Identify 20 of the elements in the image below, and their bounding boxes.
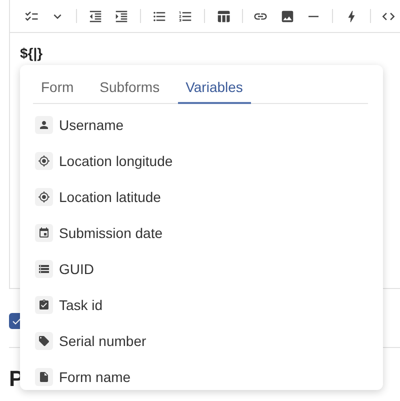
person-icon: [35, 116, 53, 134]
tab[interactable]: Variables: [178, 71, 251, 104]
calendar-icon: [35, 224, 53, 242]
menu-item[interactable]: Location longitude: [59, 153, 173, 169]
menu-item[interactable]: Task id: [59, 297, 103, 313]
crosshair-icon: [35, 152, 53, 170]
menu-item[interactable]: Submission date: [59, 225, 163, 241]
menu-item[interactable]: Location latitude: [59, 189, 161, 205]
tab[interactable]: Form: [33, 71, 82, 104]
tab[interactable]: Subforms: [92, 71, 168, 104]
menu-item[interactable]: GUID: [59, 261, 94, 277]
clipboard-check-icon: [35, 296, 53, 314]
menu-item[interactable]: Serial number: [59, 333, 146, 349]
editor-text: ${|}: [19, 44, 44, 61]
menu-item[interactable]: Username: [59, 117, 124, 133]
menu-item[interactable]: Form name: [59, 369, 131, 385]
crosshair-icon: [35, 188, 53, 206]
tag-icon: [35, 332, 53, 350]
document-icon: [35, 368, 53, 386]
server-icon: [35, 260, 53, 278]
